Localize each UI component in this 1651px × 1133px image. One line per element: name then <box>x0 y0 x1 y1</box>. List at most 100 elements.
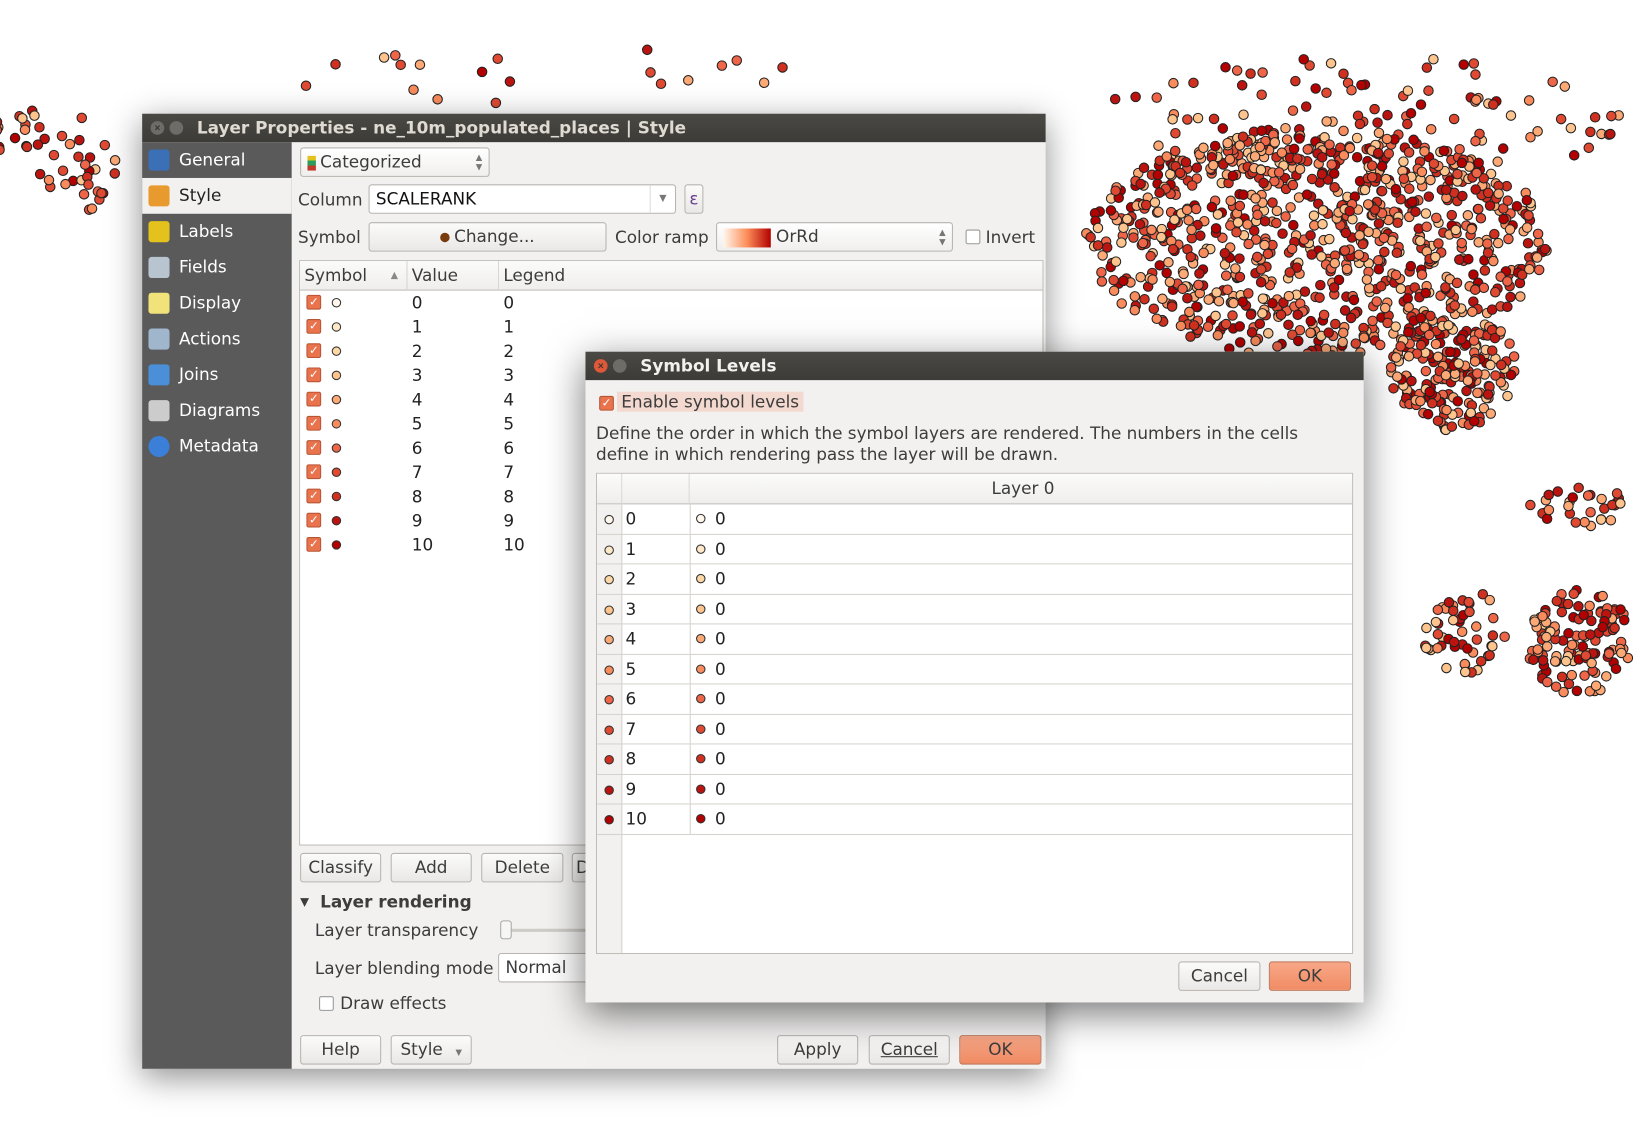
info-icon <box>148 435 170 458</box>
classify-button[interactable]: Classify <box>300 852 382 883</box>
sidebar-item-metadata[interactable]: Metadata <box>142 429 292 465</box>
level-row[interactable]: 5 0 <box>597 654 1353 685</box>
sidebar-item-actions[interactable]: Actions <box>142 321 292 357</box>
category-checkbox[interactable]: ✓ <box>306 488 322 504</box>
level-row[interactable]: 7 0 <box>597 714 1353 745</box>
map-point <box>1321 87 1332 99</box>
ok-button[interactable]: OK <box>1268 961 1351 991</box>
maximize-icon[interactable] <box>612 359 627 373</box>
map-point <box>1363 226 1374 238</box>
level-cell[interactable]: 0 <box>715 714 726 743</box>
level-cell[interactable]: 0 <box>715 564 726 593</box>
symbol-label: 9 <box>625 778 637 799</box>
expression-button[interactable]: ε <box>684 184 704 214</box>
level-cell[interactable]: 0 <box>715 654 726 683</box>
ok-button[interactable]: OK <box>959 1035 1042 1065</box>
map-point <box>1225 195 1236 207</box>
map-point <box>1182 114 1193 125</box>
sidebar-item-style[interactable]: Style <box>142 177 292 214</box>
level-cell[interactable]: 0 <box>715 774 726 803</box>
map-point <box>1301 189 1313 200</box>
sidebar-item-labels[interactable]: Labels <box>142 214 292 250</box>
level-cell[interactable]: 0 <box>715 594 726 623</box>
level-cell[interactable]: 0 <box>715 534 726 563</box>
table-row[interactable]: ✓ 1 1 <box>300 315 1042 339</box>
map-point <box>1092 240 1104 251</box>
header-legend[interactable]: Legend <box>499 261 1043 291</box>
map-point <box>1317 218 1328 230</box>
category-checkbox[interactable]: ✓ <box>306 464 322 480</box>
map-point <box>1234 140 1246 151</box>
level-row[interactable]: 4 0 <box>597 624 1353 655</box>
map-point <box>1533 264 1545 276</box>
category-checkbox[interactable]: ✓ <box>306 440 322 455</box>
level-row[interactable]: 1 0 <box>597 534 1353 565</box>
level-cell[interactable]: 0 <box>715 684 726 713</box>
delete-button[interactable]: Delete <box>481 852 564 883</box>
category-checkbox[interactable]: ✓ <box>306 294 322 310</box>
add-button[interactable]: Add <box>390 852 472 883</box>
map-point <box>1568 150 1580 161</box>
map-point <box>1128 232 1139 243</box>
map-point <box>1431 212 1442 224</box>
apply-button[interactable]: Apply <box>777 1035 859 1065</box>
close-icon[interactable]: × <box>150 121 165 135</box>
map-point <box>1284 267 1296 278</box>
level-cell[interactable]: 0 <box>715 624 726 653</box>
map-point <box>1503 233 1514 245</box>
sidebar-item-fields[interactable]: Fields <box>142 250 292 286</box>
color-ramp-select[interactable]: OrRd ▲ ▼ <box>716 222 953 252</box>
level-cell[interactable]: 0 <box>715 504 726 533</box>
layer-0-header[interactable]: Layer 0 <box>689 473 1353 505</box>
category-checkbox[interactable]: ✓ <box>306 367 322 383</box>
map-point <box>1447 614 1459 626</box>
invert-checkbox[interactable] <box>965 229 981 245</box>
enable-symbol-levels-checkbox[interactable]: ✓ <box>599 395 614 411</box>
level-row[interactable]: 0 0 <box>597 504 1353 535</box>
enable-symbol-levels-label[interactable]: Enable symbol levels <box>617 391 804 412</box>
category-checkbox[interactable]: ✓ <box>306 391 322 407</box>
level-row[interactable]: 3 0 <box>597 594 1353 625</box>
sidebar-item-diagrams[interactable]: Diagrams <box>142 393 292 429</box>
category-checkbox[interactable]: ✓ <box>306 343 322 359</box>
level-row[interactable]: 10 0 <box>597 804 1353 835</box>
maximize-icon[interactable] <box>169 121 184 135</box>
sidebar-item-general[interactable]: General <box>142 142 292 178</box>
sidebar-item-joins[interactable]: Joins <box>142 357 292 393</box>
draw-effects-checkbox[interactable] <box>319 996 334 1011</box>
category-checkbox[interactable]: ✓ <box>306 537 322 552</box>
close-icon[interactable]: × <box>593 359 608 373</box>
header-value[interactable]: Value <box>407 261 500 291</box>
map-point <box>1305 327 1316 339</box>
category-checkbox[interactable]: ✓ <box>306 415 322 431</box>
column-select[interactable]: SCALERANK ▼ <box>368 184 677 214</box>
cancel-button[interactable]: Cancel <box>1178 961 1261 991</box>
sidebar-item-display[interactable]: Display <box>142 285 292 321</box>
level-row[interactable]: 9 0 <box>597 774 1353 805</box>
category-checkbox[interactable]: ✓ <box>306 319 322 334</box>
slider-handle[interactable] <box>500 920 512 940</box>
map-point <box>1549 656 1561 667</box>
map-point <box>1462 210 1474 221</box>
cancel-button[interactable]: Cancel <box>868 1035 950 1065</box>
map-point <box>1505 291 1516 303</box>
header-symbol[interactable]: Symbol ▲ <box>300 261 408 291</box>
category-checkbox[interactable]: ✓ <box>306 512 322 528</box>
level-row[interactable]: 8 0 <box>597 744 1353 775</box>
layer-swatch-icon <box>696 753 706 764</box>
level-row[interactable]: 6 0 <box>597 684 1353 715</box>
map-point <box>1420 642 1432 654</box>
layer-swatch-icon <box>696 693 706 704</box>
collapse-arrow-icon[interactable]: ▼ <box>300 895 309 909</box>
change-symbol-button[interactable]: Change... <box>368 222 607 252</box>
table-row[interactable]: ✓ 0 0 <box>300 291 1042 315</box>
help-button[interactable]: Help <box>300 1035 382 1065</box>
renderer-select[interactable]: Categorized ▲ ▼ <box>300 147 490 177</box>
map-point <box>1532 126 1543 137</box>
map-point <box>1299 286 1311 297</box>
level-cell[interactable]: 0 <box>715 804 726 833</box>
level-row[interactable]: 2 0 <box>597 564 1353 595</box>
style-menu-button[interactable]: Style ▼ <box>390 1035 472 1065</box>
level-cell[interactable]: 0 <box>715 744 726 773</box>
map-point <box>1180 156 1192 168</box>
